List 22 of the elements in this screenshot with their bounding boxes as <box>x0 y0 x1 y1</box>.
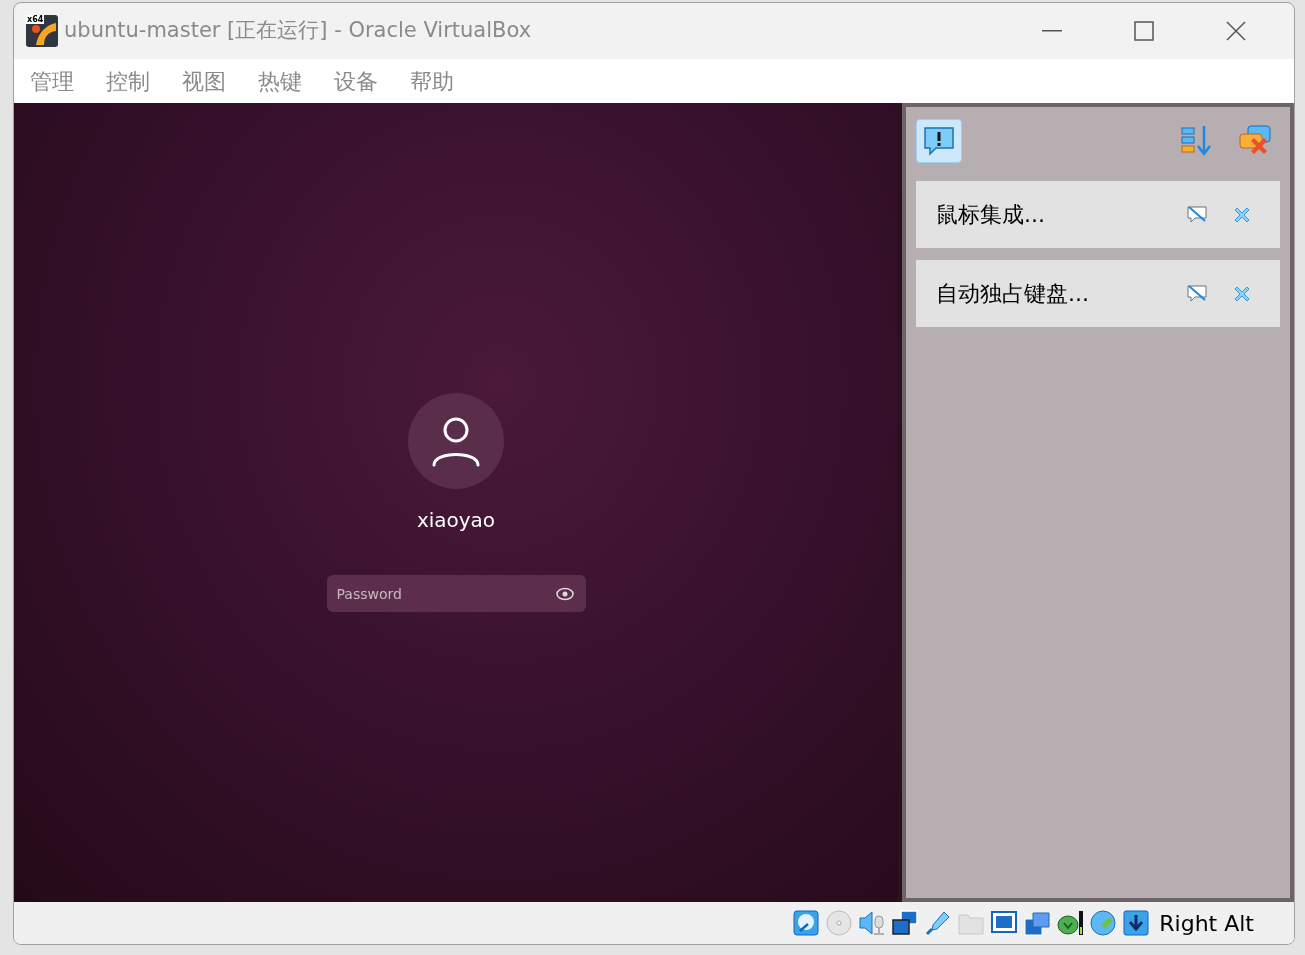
maximize-icon <box>1134 21 1154 41</box>
host-key-label: Right Alt <box>1159 909 1254 938</box>
speech-bubble-crossed-icon[interactable] <box>1186 204 1208 225</box>
x64-badge: x64 <box>26 15 45 24</box>
menu-item[interactable]: 控制 <box>106 64 150 98</box>
username: xiaoyao <box>416 507 496 534</box>
eye-icon[interactable] <box>555 587 574 601</box>
sort-down-icon[interactable] <box>1180 124 1214 158</box>
window-title: ubuntu-master [正在运行] - Oracle VirtualBox <box>64 17 532 45</box>
menu-item[interactable]: 热键 <box>258 64 302 98</box>
notification-text: 鼠标集成... <box>936 201 1046 229</box>
password-field[interactable]: Password <box>326 575 586 612</box>
menu-item[interactable]: 帮助 <box>410 64 454 98</box>
notification-text: 自动独占键盘... <box>936 280 1090 308</box>
app-logo-icon <box>26 15 58 47</box>
menu-item[interactable]: 设备 <box>334 64 378 98</box>
menu-item[interactable]: 管理 <box>30 64 74 98</box>
notification-center-button[interactable] <box>916 119 962 163</box>
minimize-icon <box>1042 30 1062 32</box>
menu-item[interactable]: 视图 <box>182 64 226 98</box>
speech-bubble-crossed-icon[interactable] <box>1186 283 1208 304</box>
close-icon <box>1226 21 1246 41</box>
